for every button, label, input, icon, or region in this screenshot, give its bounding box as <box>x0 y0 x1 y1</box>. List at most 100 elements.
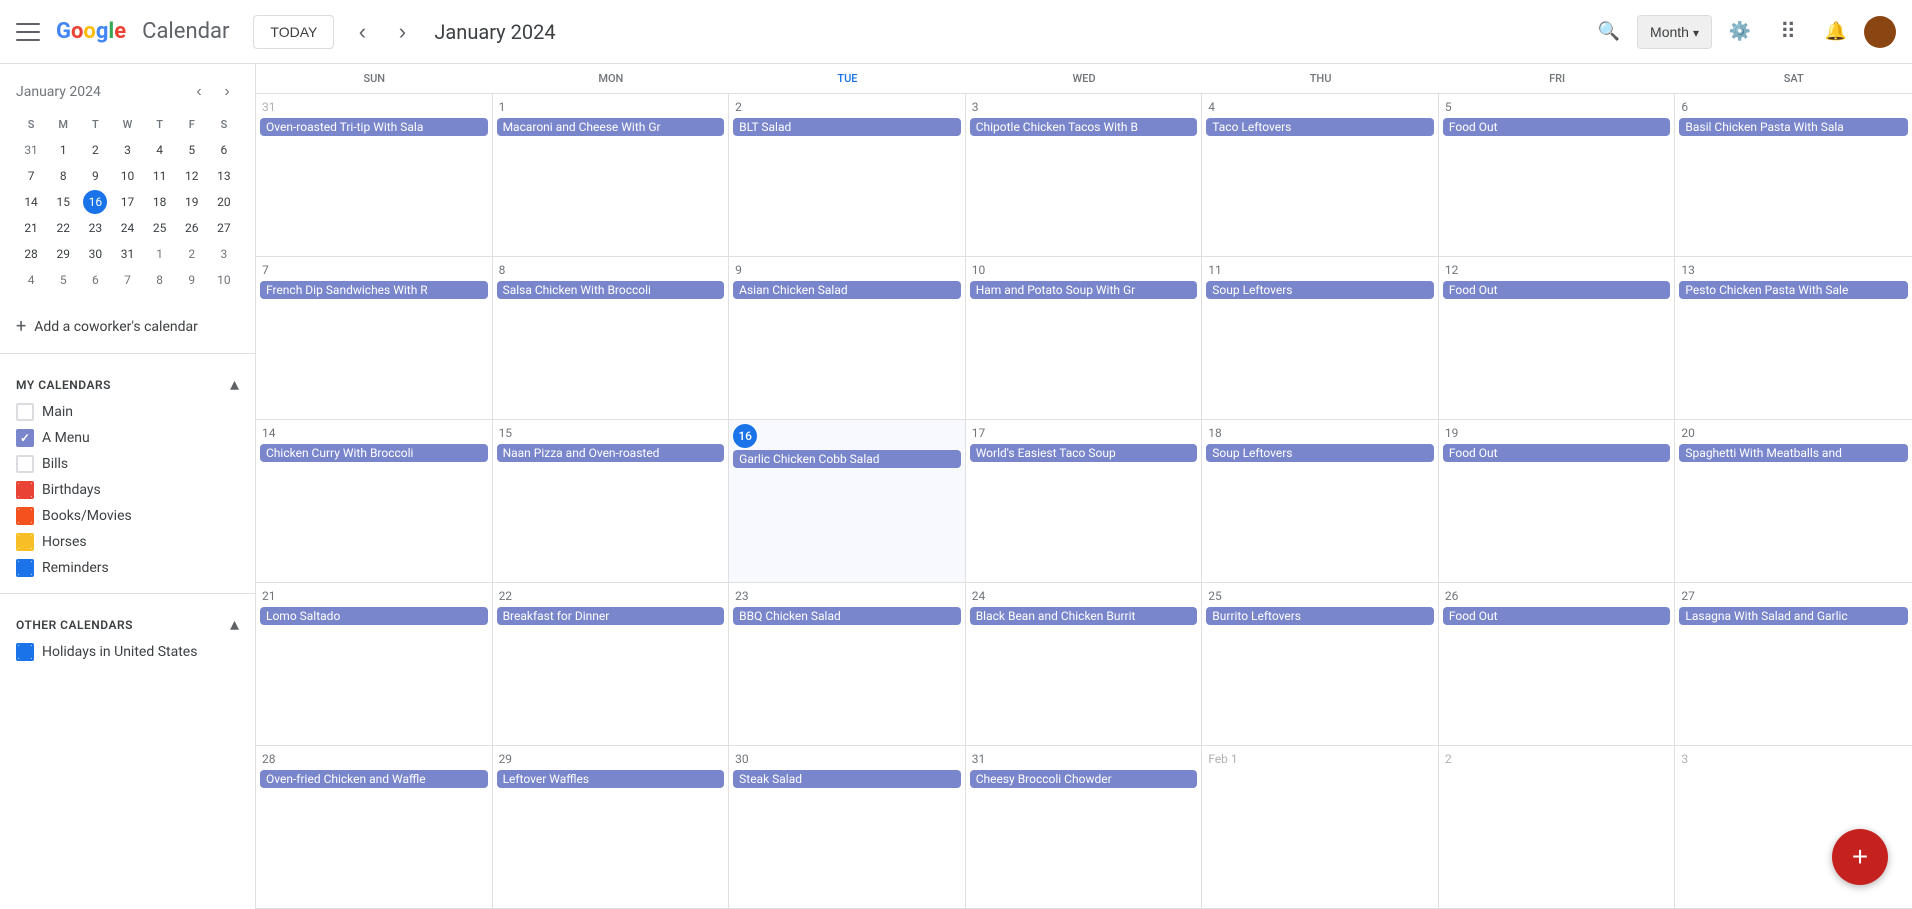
mini-cal-day[interactable]: 8 <box>51 164 75 188</box>
mini-cal-day[interactable]: 17 <box>115 190 139 214</box>
mini-cal-day[interactable]: 5 <box>51 268 75 292</box>
mini-cal-day[interactable]: 19 <box>180 190 204 214</box>
event-chip[interactable]: Naan Pizza and Oven-roasted <box>497 444 725 462</box>
mini-cal-day[interactable]: 6 <box>83 268 107 292</box>
calendar-cell[interactable]: 17World's Easiest Taco Soup <box>966 420 1203 582</box>
calendar-checkbox-birthdays[interactable] <box>16 481 34 499</box>
event-chip[interactable]: Oven-fried Chicken and Waffle <box>260 770 488 788</box>
calendar-checkbox-reminders[interactable] <box>16 559 34 577</box>
mini-cal-day[interactable]: 10 <box>212 268 236 292</box>
calendar-cell[interactable]: 7French Dip Sandwiches With R <box>256 257 493 419</box>
calendar-item-main[interactable]: Main <box>16 399 239 425</box>
calendar-checkbox-amenu[interactable]: ✓ <box>16 429 34 447</box>
mini-cal-next[interactable]: › <box>215 80 239 104</box>
mini-cal-day[interactable]: 23 <box>83 216 107 240</box>
event-chip[interactable]: Pesto Chicken Pasta With Sale <box>1679 281 1908 299</box>
mini-cal-day[interactable]: 3 <box>212 242 236 266</box>
mini-cal-day[interactable]: 10 <box>115 164 139 188</box>
calendar-item-amenu[interactable]: ✓ A Menu <box>16 425 239 451</box>
calendar-cell[interactable]: 28Oven-fried Chicken and Waffle <box>256 746 493 908</box>
event-chip[interactable]: Leftover Waffles <box>497 770 725 788</box>
mini-cal-day[interactable]: 13 <box>212 164 236 188</box>
event-chip[interactable]: World's Easiest Taco Soup <box>970 444 1198 462</box>
mini-cal-day[interactable]: 11 <box>148 164 172 188</box>
event-chip[interactable]: Basil Chicken Pasta With Sala <box>1679 118 1908 136</box>
mini-cal-day[interactable]: 27 <box>212 216 236 240</box>
calendar-cell[interactable]: 5Food Out <box>1439 94 1676 256</box>
mini-cal-day[interactable]: 6 <box>212 138 236 162</box>
mini-cal-day[interactable]: 1 <box>148 242 172 266</box>
calendar-cell[interactable]: 8Salsa Chicken With Broccoli <box>493 257 730 419</box>
mini-cal-day[interactable]: 4 <box>19 268 43 292</box>
calendar-cell[interactable]: 29Leftover Waffles <box>493 746 730 908</box>
apps-button[interactable] <box>1768 12 1808 52</box>
mini-cal-day[interactable]: 25 <box>148 216 172 240</box>
add-coworker-calendar[interactable]: + Add a coworker's calendar <box>0 308 255 345</box>
calendar-cell[interactable]: 31Oven-roasted Tri-tip With Sala <box>256 94 493 256</box>
calendar-item-horses[interactable]: Horses <box>16 529 239 555</box>
event-chip[interactable]: Food Out <box>1443 444 1671 462</box>
calendar-cell[interactable]: 31Cheesy Broccoli Chowder <box>966 746 1203 908</box>
mini-cal-day[interactable]: 22 <box>51 216 75 240</box>
event-chip[interactable]: Lasagna With Salad and Garlic <box>1679 607 1908 625</box>
create-event-fab[interactable]: + <box>1832 829 1888 885</box>
event-chip[interactable]: Breakfast for Dinner <box>497 607 725 625</box>
mini-cal-prev[interactable]: ‹ <box>187 80 211 104</box>
calendar-cell[interactable]: 26Food Out <box>1439 583 1676 745</box>
calendar-item-bills[interactable]: Bills <box>16 451 239 477</box>
calendar-cell[interactable]: 9Asian Chicken Salad <box>729 257 966 419</box>
mini-cal-day[interactable]: 20 <box>212 190 236 214</box>
calendar-checkbox-horses[interactable] <box>16 533 34 551</box>
event-chip[interactable]: Food Out <box>1443 281 1671 299</box>
mini-cal-day[interactable]: 5 <box>180 138 204 162</box>
my-calendars-header[interactable]: My calendars ▴ <box>16 370 239 399</box>
calendar-checkbox-main[interactable] <box>16 403 34 421</box>
mini-cal-day[interactable]: 9 <box>83 164 107 188</box>
calendar-cell[interactable]: 13Pesto Chicken Pasta With Sale <box>1675 257 1912 419</box>
calendar-cell[interactable]: 30Steak Salad <box>729 746 966 908</box>
event-chip[interactable]: Chicken Curry With Broccoli <box>260 444 488 462</box>
mini-cal-day[interactable]: 8 <box>148 268 172 292</box>
mini-cal-day[interactable]: 15 <box>51 190 75 214</box>
calendar-checkbox-bills[interactable] <box>16 455 34 473</box>
event-chip[interactable]: Soup Leftovers <box>1206 444 1434 462</box>
calendar-cell[interactable]: 27Lasagna With Salad and Garlic <box>1675 583 1912 745</box>
calendar-item-books[interactable]: Books/Movies <box>16 503 239 529</box>
mini-cal-day[interactable]: 30 <box>83 242 107 266</box>
mini-cal-day[interactable]: 29 <box>51 242 75 266</box>
notification-button[interactable] <box>1816 12 1856 52</box>
event-chip[interactable]: BBQ Chicken Salad <box>733 607 961 625</box>
calendar-cell[interactable]: 2 <box>1439 746 1676 908</box>
mini-cal-day[interactable]: 3 <box>115 138 139 162</box>
calendar-item-reminders[interactable]: Reminders <box>16 555 239 581</box>
calendar-cell[interactable]: 25Burrito Leftovers <box>1202 583 1439 745</box>
mini-cal-day[interactable]: 14 <box>19 190 43 214</box>
mini-cal-day[interactable]: 4 <box>148 138 172 162</box>
calendar-cell[interactable]: 15Naan Pizza and Oven-roasted <box>493 420 730 582</box>
mini-cal-day[interactable]: 12 <box>180 164 204 188</box>
avatar[interactable] <box>1864 16 1896 48</box>
calendar-cell[interactable]: 24Black Bean and Chicken Burrit <box>966 583 1203 745</box>
mini-cal-day[interactable]: 1 <box>51 138 75 162</box>
event-chip[interactable]: Asian Chicken Salad <box>733 281 961 299</box>
next-month-button[interactable] <box>386 16 418 48</box>
calendar-cell[interactable]: 2BLT Salad <box>729 94 966 256</box>
event-chip[interactable]: Salsa Chicken With Broccoli <box>497 281 725 299</box>
mini-cal-day[interactable]: 7 <box>115 268 139 292</box>
calendar-cell[interactable]: 3Chipotle Chicken Tacos With B <box>966 94 1203 256</box>
event-chip[interactable]: BLT Salad <box>733 118 961 136</box>
event-chip[interactable]: Chipotle Chicken Tacos With B <box>970 118 1198 136</box>
event-chip[interactable]: Garlic Chicken Cobb Salad <box>733 450 961 468</box>
mini-cal-day[interactable]: 7 <box>19 164 43 188</box>
event-chip[interactable]: Soup Leftovers <box>1206 281 1434 299</box>
calendar-cell[interactable]: 23BBQ Chicken Salad <box>729 583 966 745</box>
calendar-cell[interactable]: 18Soup Leftovers <box>1202 420 1439 582</box>
calendar-cell[interactable]: 19Food Out <box>1439 420 1676 582</box>
hamburger-icon[interactable] <box>16 20 40 44</box>
calendar-cell[interactable]: 10Ham and Potato Soup With Gr <box>966 257 1203 419</box>
event-chip[interactable]: Ham and Potato Soup With Gr <box>970 281 1198 299</box>
event-chip[interactable]: Spaghetti With Meatballs and <box>1679 444 1908 462</box>
search-button[interactable] <box>1589 12 1629 52</box>
mini-cal-day[interactable]: 31 <box>115 242 139 266</box>
event-chip[interactable]: French Dip Sandwiches With R <box>260 281 488 299</box>
